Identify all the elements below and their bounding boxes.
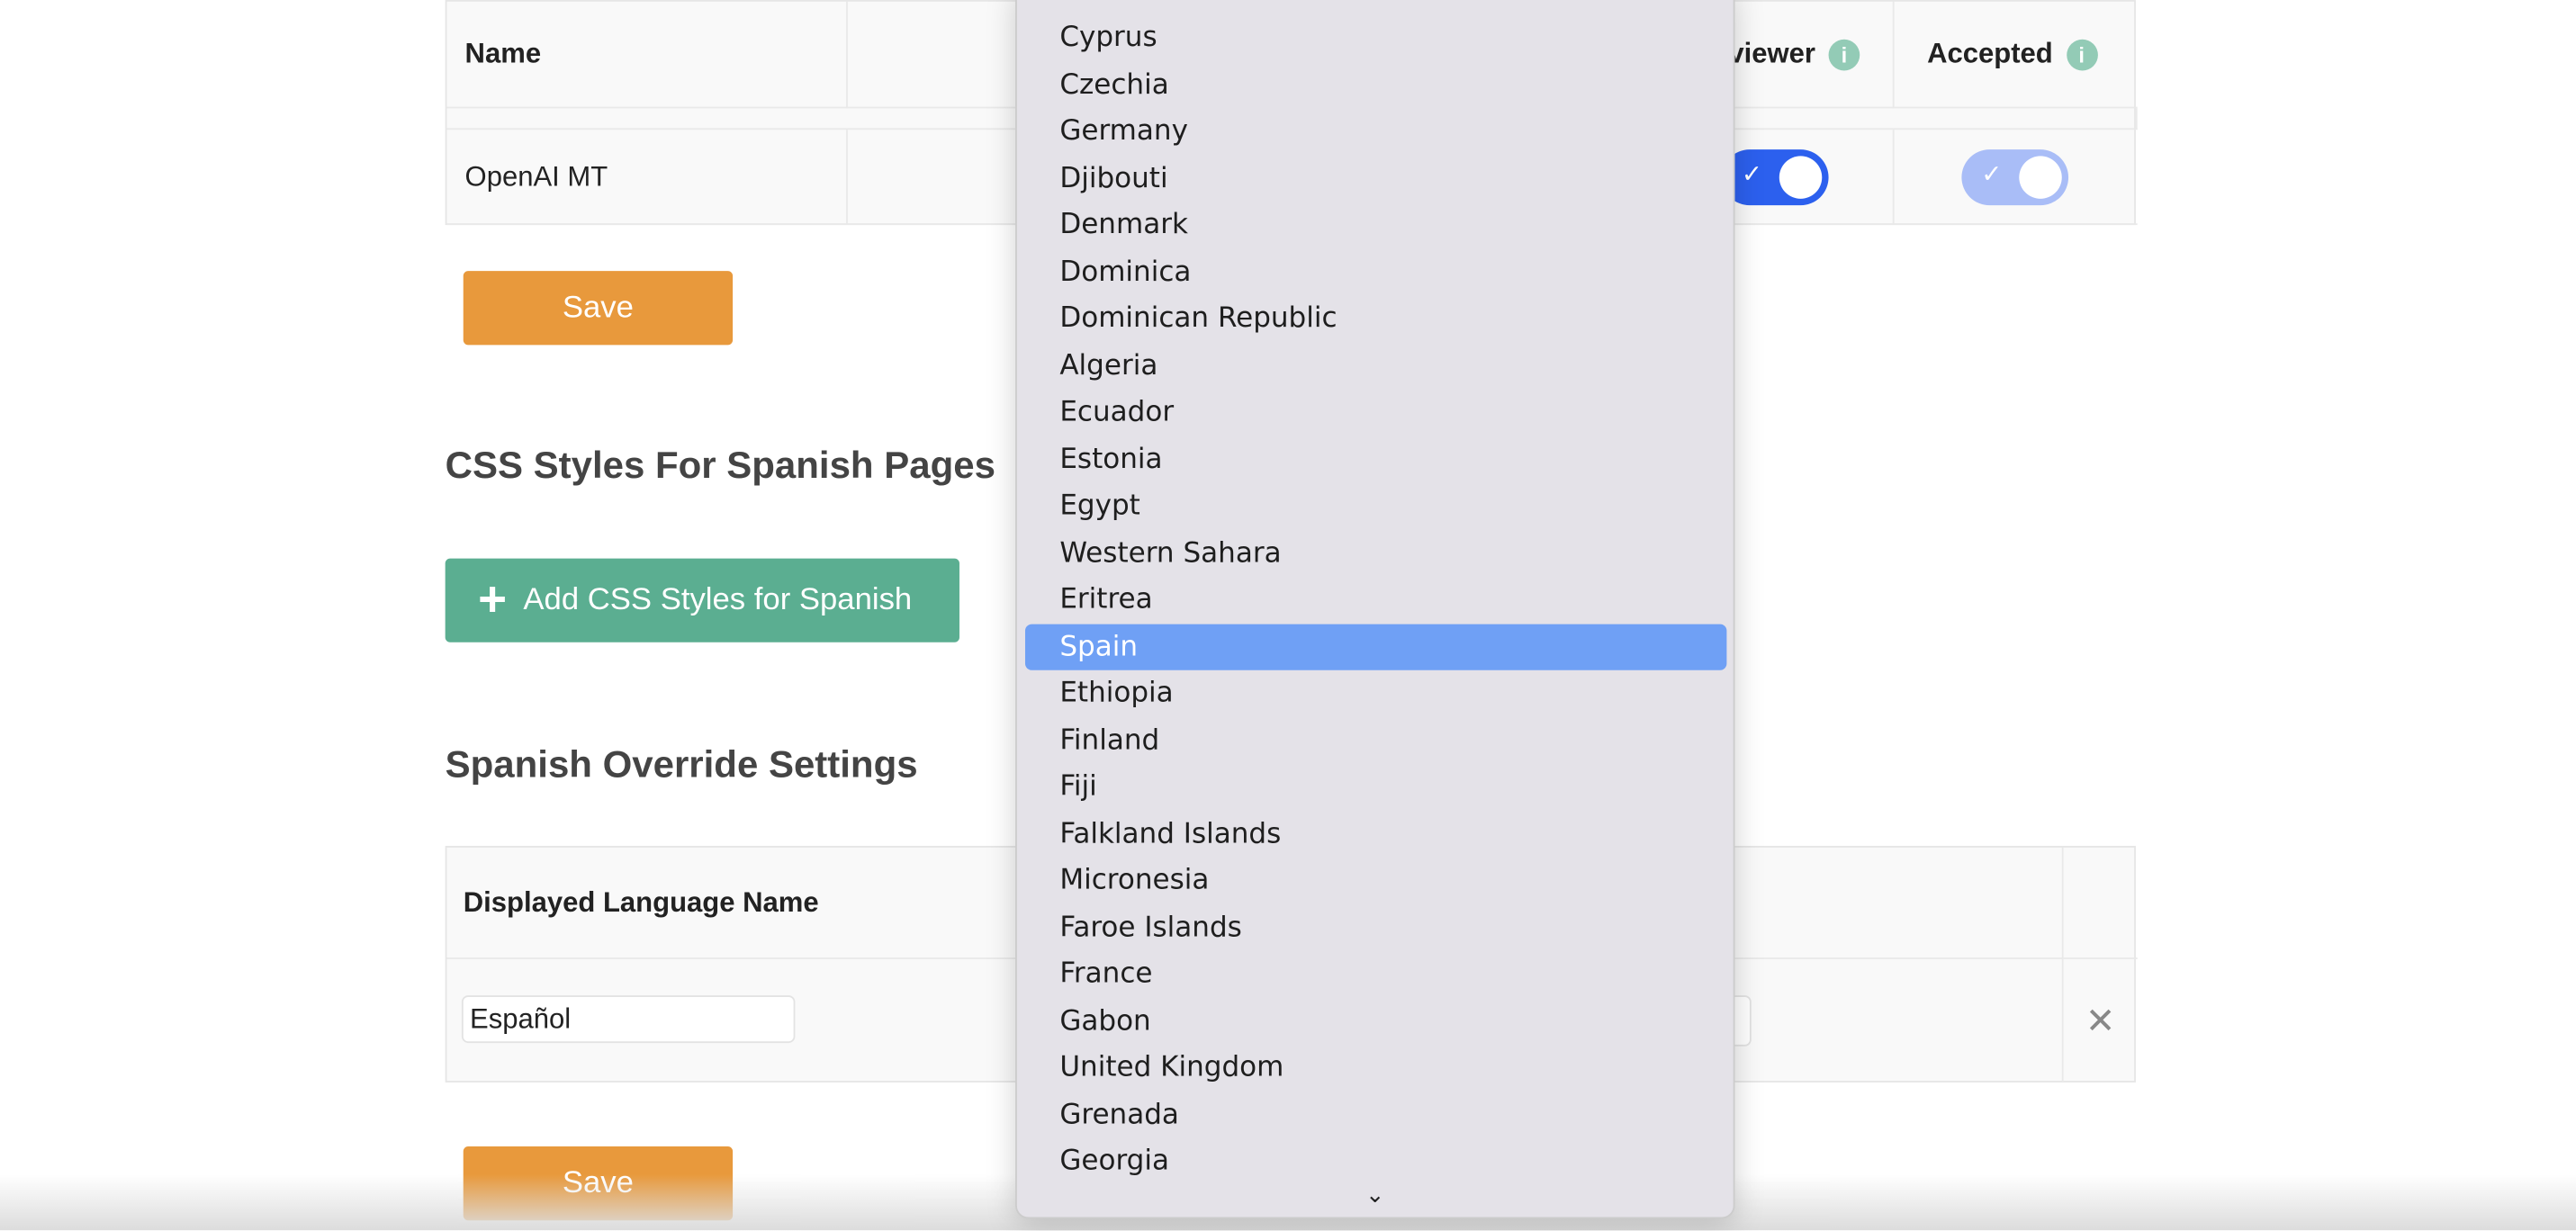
add-css-label: Add CSS Styles for Spanish [523,582,913,617]
dropdown-option[interactable]: Cyprus [1025,14,1726,60]
country-dropdown-list[interactable]: ⌄ Cyprus Czechia Germany Djibouti Denmark Dom… [1015,0,1735,1219]
dropdown-option[interactable]: Germany [1025,108,1726,154]
override-section-title: Spanish Override Settings [445,742,918,786]
dropdown-option[interactable]: Faroe Islands [1025,904,1726,950]
dropdown-option[interactable]: Djibouti [1025,155,1726,201]
dropdown-option[interactable]: Dominican Republic [1025,296,1726,342]
dropdown-option[interactable]: Georgia [1025,1138,1726,1184]
css-section-title: CSS Styles For Spanish Pages [445,443,995,487]
dropdown-option[interactable]: Spain [1024,623,1727,669]
dropdown-option[interactable]: Denmark [1025,202,1726,248]
scroll-down-chevron-icon[interactable]: ⌄ [1017,1181,1734,1209]
header-action-cell [2063,848,2138,959]
accepted-label: Accepted [1927,37,2053,69]
dropdown-option[interactable]: Western Sahara [1025,530,1726,576]
delete-row-button[interactable]: ✕ [2064,959,2138,1083]
dropdown-option[interactable]: Ethiopia [1025,670,1726,716]
dropdown-option[interactable]: Ecuador [1025,390,1726,436]
language-name-input[interactable]: Español [461,995,796,1044]
dropdown-option[interactable]: Algeria [1025,343,1726,389]
dropdown-option[interactable]: Falkland Islands [1025,811,1726,857]
info-icon[interactable]: i [1828,38,1860,70]
dropdown-option[interactable]: Czechia [1025,61,1726,107]
engine-name: OpenAI MT [446,130,848,226]
dropdown-option[interactable]: United Kingdom [1025,1045,1726,1091]
dropdown-option[interactable]: Fiji [1025,764,1726,810]
accepted-toggle[interactable]: ✓ [1961,149,2069,206]
dropdown-option[interactable]: Grenada [1025,1092,1726,1137]
reviewer-toggle[interactable]: ✓ [1721,149,1829,206]
dropdown-option[interactable]: Eritrea [1025,577,1726,623]
dropdown-option[interactable]: Dominica [1025,249,1726,295]
dropdown-option[interactable]: Gabon [1025,998,1726,1044]
info-icon[interactable]: i [2066,38,2098,70]
column-header-name: Name [446,1,848,109]
dropdown-option[interactable]: Micronesia [1025,858,1726,903]
column-header-accepted: Accepted i [1894,2,2138,109]
plus-icon: + [478,572,508,627]
save-button[interactable]: Save [463,271,734,346]
dropdown-option[interactable]: Finland [1025,717,1726,763]
add-css-styles-button[interactable]: + Add CSS Styles for Spanish [445,558,959,642]
dropdown-option[interactable]: Egypt [1025,483,1726,529]
dropdown-option[interactable]: France [1025,951,1726,997]
dropdown-option[interactable]: Estonia [1025,436,1726,482]
